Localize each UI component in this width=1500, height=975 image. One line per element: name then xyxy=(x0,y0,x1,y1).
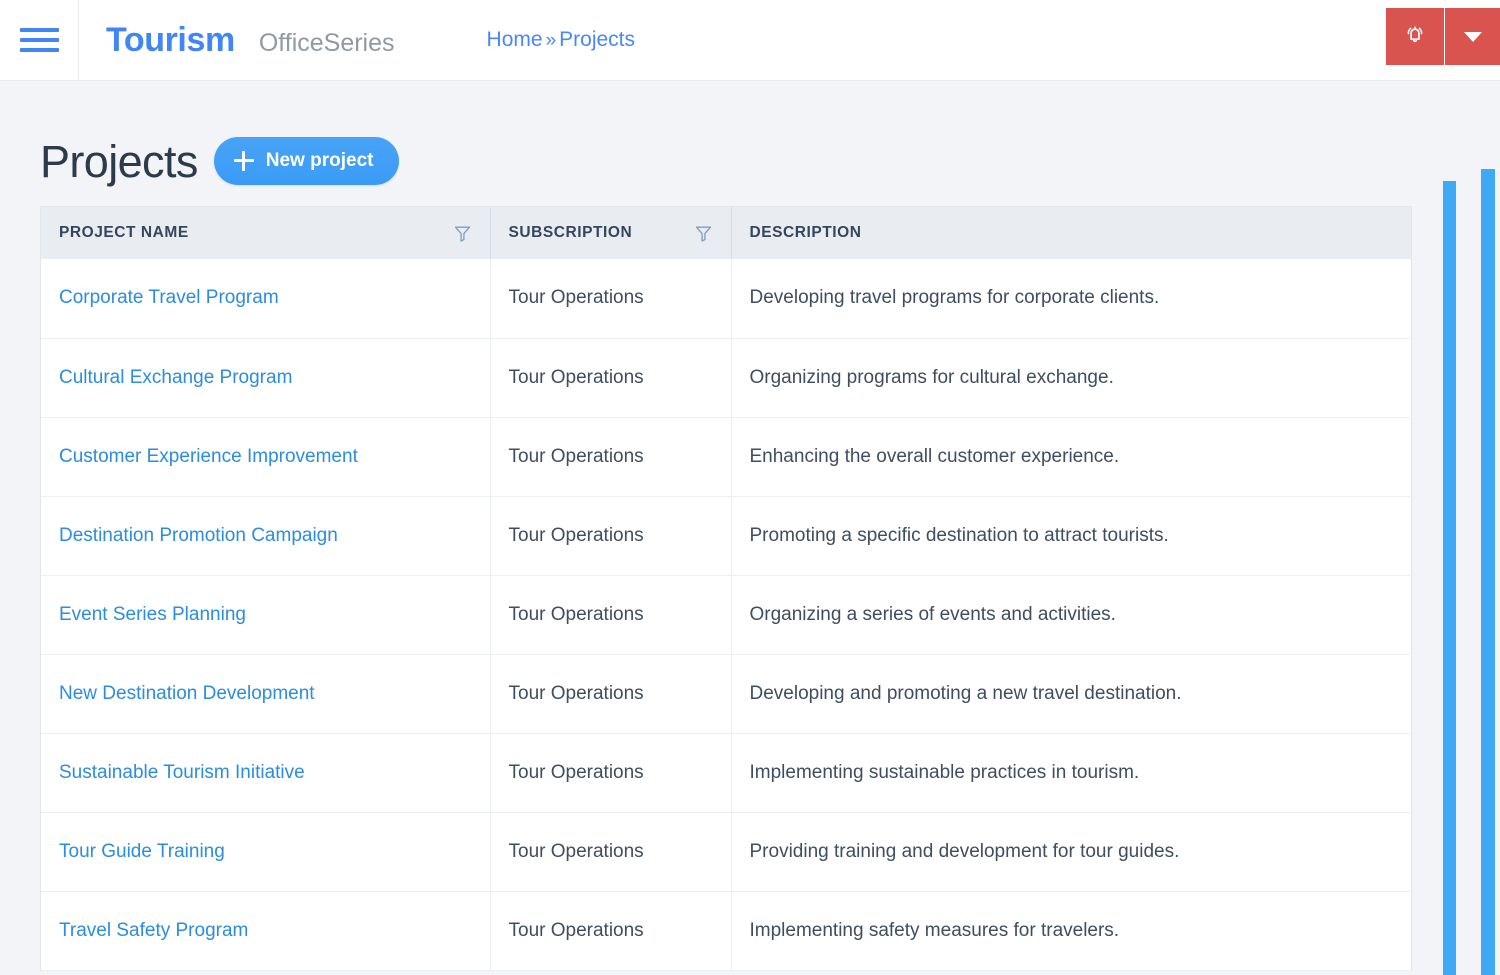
table-body: Corporate Travel ProgramTour OperationsD… xyxy=(41,259,1411,970)
cell-project-name: Travel Safety Program xyxy=(41,891,490,970)
window-scrollbar-thumb[interactable] xyxy=(1481,169,1495,975)
table-row: Tour Guide Training Tour OperationsProvid… xyxy=(41,812,1411,891)
table-row: Travel Safety Program Tour OperationsImpl… xyxy=(41,891,1411,970)
column-header-project-name[interactable]: PROJECT NAME xyxy=(41,207,490,259)
cell-subscription: Tour Operations xyxy=(490,733,731,812)
projects-table: PROJECT NAME SUBSCRIPTION xyxy=(41,207,1411,971)
cell-description: Organizing a series of events and activi… xyxy=(731,575,1411,654)
cell-description: Implementing safety measures for travele… xyxy=(731,891,1411,970)
table-row: Corporate Travel Program Tour OperationsD… xyxy=(41,259,1411,338)
project-name-link[interactable]: Sustainable Tourism Initiative xyxy=(59,762,305,783)
cell-project-name: Cultural Exchange Program xyxy=(41,338,490,417)
projects-table-container: PROJECT NAME SUBSCRIPTION xyxy=(40,206,1412,971)
project-name-link[interactable]: Tour Guide Training xyxy=(59,841,225,862)
header-dropdown-button[interactable] xyxy=(1445,8,1500,65)
new-project-button-label: New project xyxy=(266,150,374,172)
cell-description: Promoting a specific destination to attr… xyxy=(731,496,1411,575)
cell-subscription: Tour Operations xyxy=(490,654,731,733)
page-title: Projects xyxy=(40,139,198,184)
project-name-link[interactable]: Event Series Planning xyxy=(59,604,246,625)
breadcrumb: Home » Projects xyxy=(487,28,635,52)
brand-suffix: OfficeSeries xyxy=(259,31,395,56)
new-project-button[interactable]: New project xyxy=(214,137,400,185)
project-name-link[interactable]: Travel Safety Program xyxy=(59,920,248,941)
top-header-bar: Tourism OfficeSeries Home » Projects xyxy=(0,0,1500,81)
cell-project-name: New Destination Development xyxy=(41,654,490,733)
plus-icon xyxy=(234,151,254,171)
cell-project-name: Sustainable Tourism Initiative xyxy=(41,733,490,812)
table-header: PROJECT NAME SUBSCRIPTION xyxy=(41,207,1411,259)
cell-subscription: Tour Operations xyxy=(490,891,731,970)
bell-icon xyxy=(1401,20,1429,53)
cell-subscription: Tour Operations xyxy=(490,496,731,575)
cell-description: Providing training and development for t… xyxy=(731,812,1411,891)
hamburger-bar-3 xyxy=(20,48,59,52)
cell-project-name: Customer Experience Improvement xyxy=(41,417,490,496)
column-header-description[interactable]: DESCRIPTION xyxy=(731,207,1411,259)
project-name-link[interactable]: Customer Experience Improvement xyxy=(59,446,358,467)
cell-project-name: Event Series Planning xyxy=(41,575,490,654)
breadcrumb-item-home[interactable]: Home xyxy=(487,28,543,52)
page-content: Projects New project PROJECT NAME xyxy=(0,81,1500,971)
cell-subscription: Tour Operations xyxy=(490,812,731,891)
cell-description: Implementing sustainable practices in to… xyxy=(731,733,1411,812)
hamburger-bar-1 xyxy=(20,28,59,32)
table-header-row: PROJECT NAME SUBSCRIPTION xyxy=(41,207,1411,259)
cell-project-name: Corporate Travel Program xyxy=(41,259,490,338)
cell-project-name: Destination Promotion Campaign xyxy=(41,496,490,575)
page-scrollbar-thumb[interactable] xyxy=(1443,181,1456,975)
column-header-subscription[interactable]: SUBSCRIPTION xyxy=(490,207,731,259)
project-name-link[interactable]: New Destination Development xyxy=(59,683,315,704)
hamburger-menu-icon[interactable] xyxy=(0,0,78,81)
cell-description: Enhancing the overall customer experienc… xyxy=(731,417,1411,496)
funnel-icon-subscription[interactable] xyxy=(694,224,713,243)
table-row: Sustainable Tourism Initiative Tour Opera… xyxy=(41,733,1411,812)
project-name-link[interactable]: Cultural Exchange Program xyxy=(59,367,292,388)
cell-description: Organizing programs for cultural exchang… xyxy=(731,338,1411,417)
cell-project-name: Tour Guide Training xyxy=(41,812,490,891)
column-header-project-name-label: PROJECT NAME xyxy=(59,224,189,242)
table-row: Destination Promotion Campaign Tour Opera… xyxy=(41,496,1411,575)
cell-description: Developing and promoting a new travel de… xyxy=(731,654,1411,733)
cell-description: Developing travel programs for corporate… xyxy=(731,259,1411,338)
breadcrumb-item-projects[interactable]: Projects xyxy=(559,28,635,52)
brand-name: Tourism xyxy=(106,23,235,57)
table-row: Event Series Planning Tour OperationsOrga… xyxy=(41,575,1411,654)
cell-subscription: Tour Operations xyxy=(490,417,731,496)
header-actions xyxy=(1386,8,1500,65)
project-name-link[interactable]: Destination Promotion Campaign xyxy=(59,525,338,546)
breadcrumb-separator-icon: » xyxy=(546,30,557,52)
column-header-subscription-label: SUBSCRIPTION xyxy=(509,224,633,242)
hamburger-bar-2 xyxy=(20,38,59,42)
cell-subscription: Tour Operations xyxy=(490,338,731,417)
notifications-button[interactable] xyxy=(1386,8,1445,65)
table-row: Cultural Exchange Program Tour Operations… xyxy=(41,338,1411,417)
cell-subscription: Tour Operations xyxy=(490,259,731,338)
funnel-icon-project-name[interactable] xyxy=(453,224,472,243)
column-header-description-label: DESCRIPTION xyxy=(750,224,862,242)
page-header: Projects New project xyxy=(0,81,1500,191)
project-name-link[interactable]: Corporate Travel Program xyxy=(59,287,279,308)
caret-down-icon xyxy=(1464,32,1482,42)
table-row: Customer Experience Improvement Tour Oper… xyxy=(41,417,1411,496)
cell-subscription: Tour Operations xyxy=(490,575,731,654)
table-row: New Destination Development Tour Operatio… xyxy=(41,654,1411,733)
brand-logo[interactable]: Tourism OfficeSeries xyxy=(79,23,395,57)
